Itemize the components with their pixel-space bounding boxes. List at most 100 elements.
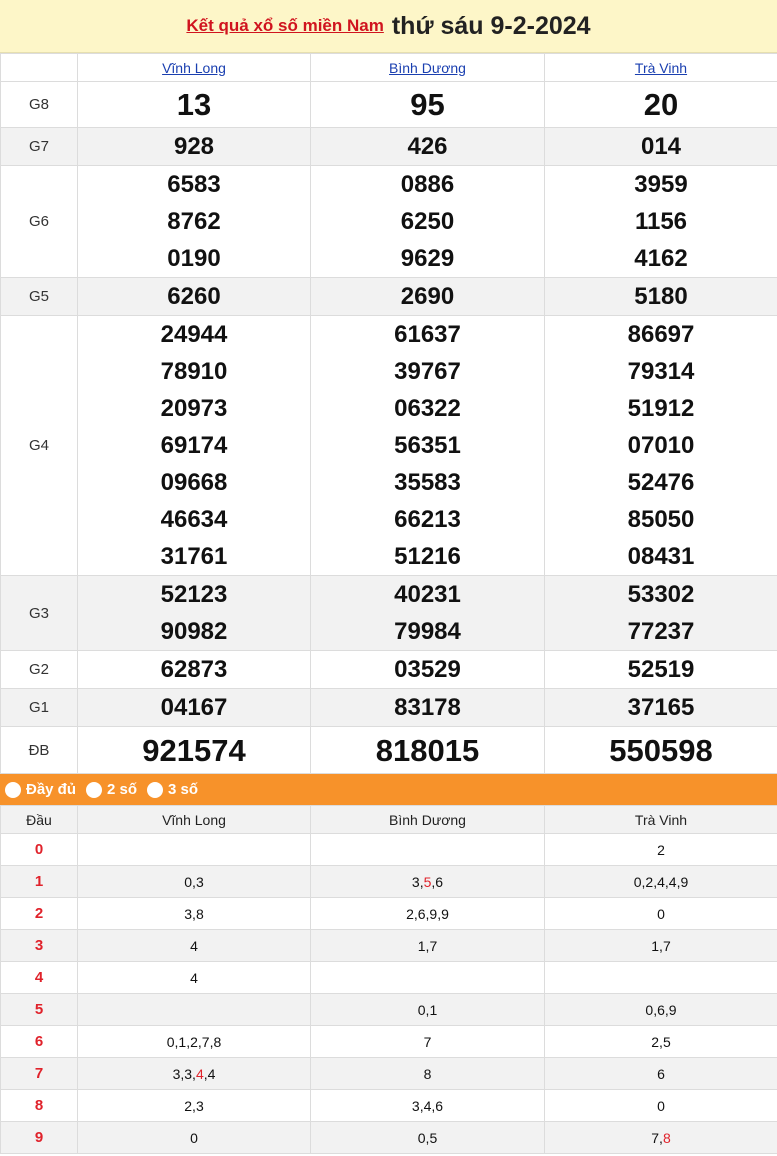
prize-cell: 426	[310, 127, 545, 166]
loto-head-digit: 4	[0, 961, 78, 994]
prize-cell: 6583 8762 0190	[77, 165, 311, 278]
loto-digits: 2,6,9,9	[406, 905, 449, 922]
loto-cell: 2,6,9,9	[310, 897, 545, 930]
loto-province-header: Bình Dương	[310, 805, 545, 834]
page-header: Kết quả xổ số miền Nam thứ sáu 9-2-2024	[0, 0, 777, 53]
loto-province-header: Vĩnh Long	[77, 805, 311, 834]
loto-cell: 3,8	[77, 897, 311, 930]
draw-date: thứ sáu 9-2-2024	[391, 11, 591, 40]
loto-digits: ,4	[203, 1065, 216, 1082]
prize-number: 79984	[394, 618, 461, 645]
prize-number: 4162	[634, 245, 688, 272]
prize-label: G5	[0, 277, 78, 316]
prize-number: 69174	[160, 432, 228, 459]
prize-label: G3	[0, 575, 78, 651]
option-full[interactable]: Đầy đủ	[5, 781, 76, 798]
prize-number: 6260	[167, 283, 221, 310]
prize-cell: 86697 79314 51912 07010 52476 85050 08431	[544, 315, 777, 576]
prize-row-g3: G3 52123 90982 40231 79984 53302 77237	[0, 575, 777, 651]
prize-cell: 95	[310, 81, 545, 128]
prize-row-g4: G4 24944 78910 20973 69174 09668 46634 31761 616…	[0, 315, 777, 576]
prize-number: 79314	[627, 358, 695, 385]
loto-head-digit: 6	[0, 1025, 78, 1058]
prize-number: 77237	[627, 618, 695, 645]
prize-cell: 014	[544, 127, 777, 166]
loto-digits: 0,1	[417, 1001, 438, 1018]
loto-cell: 7	[310, 1025, 545, 1058]
loto-digits: 7	[423, 1033, 432, 1050]
region-results-link[interactable]: Kết quả xổ số miền Nam	[186, 16, 383, 36]
radio-icon[interactable]	[86, 781, 103, 798]
prize-number: 62873	[160, 656, 228, 683]
prize-number: 46634	[160, 506, 228, 533]
prize-cell: 5180	[544, 277, 777, 316]
prize-number: 52123	[160, 581, 228, 608]
province-link-binh-duong[interactable]: Bình Dương	[389, 60, 466, 76]
loto-head-digit: 3	[0, 929, 78, 962]
province-link-tra-vinh[interactable]: Trà Vinh	[635, 60, 687, 76]
radio-icon[interactable]	[5, 781, 21, 798]
loto-row: 1 0,3 3,5,6 0,2,4,4,9	[0, 865, 777, 898]
loto-cell: 3,5,6	[310, 865, 545, 898]
prize-cell: 53302 77237	[544, 575, 777, 651]
option-2-digits[interactable]: 2 số	[86, 781, 137, 798]
loto-digits: 2,3	[184, 1097, 204, 1114]
loto-cell: 0,5	[310, 1121, 545, 1154]
loto-digits: 0	[657, 905, 665, 922]
prize-number: 6583	[167, 171, 221, 198]
loto-digits: 3,	[411, 873, 424, 890]
prize-number: 08431	[627, 543, 695, 570]
prize-label: G7	[0, 127, 78, 166]
prize-number: 2690	[400, 283, 455, 310]
loto-head-label: Đầu	[0, 805, 78, 834]
prize-row-g6: G6 6583 8762 0190 0886 6250 9629 3959 1156 4162	[0, 165, 777, 278]
prize-cell: 13	[77, 81, 311, 128]
loto-cell: 0,6,9	[544, 993, 777, 1026]
loto-head-digit: 9	[0, 1121, 78, 1154]
prize-row-db: ĐB 921574 818015 550598	[0, 726, 777, 774]
option-3-digits[interactable]: 3 số	[147, 781, 198, 798]
loto-row: 44	[0, 961, 777, 994]
loto-row: 6 0,1,2,7,8 7 2,5	[0, 1025, 777, 1058]
prize-number: 03529	[394, 656, 461, 683]
loto-head-digit: 7	[0, 1057, 78, 1090]
prize-cell: 550598	[544, 726, 777, 774]
loto-row: 5 0,1 0,6,9	[0, 993, 777, 1026]
loto-digits: 2,5	[651, 1033, 671, 1050]
prize-number: 61637	[394, 321, 461, 348]
prize-cell: 6260	[77, 277, 311, 316]
loto-digits: ,6	[431, 873, 444, 890]
prize-number: 13	[176, 87, 212, 122]
prize-number: 31761	[160, 543, 228, 570]
prize-label: G8	[0, 81, 78, 128]
display-options-bar: Đầy đủ 2 số 3 số	[0, 774, 777, 805]
prize-number: 06322	[394, 395, 461, 422]
loto-cell: 4	[77, 929, 311, 962]
prize-number: 53302	[627, 581, 695, 608]
loto-digits: 6	[657, 1065, 665, 1082]
loto-digits: 1,7	[417, 937, 438, 954]
loto-cell: 1,7	[544, 929, 777, 962]
prize-cell: 03529	[310, 650, 545, 689]
prize-number: 95	[410, 87, 445, 122]
loto-cell: 0	[544, 897, 777, 930]
radio-icon[interactable]	[147, 781, 164, 798]
loto-digits: 0,2,4,4,9	[633, 873, 689, 890]
prize-number: 78910	[160, 358, 228, 385]
province-link-vinh-long[interactable]: Vĩnh Long	[162, 60, 226, 76]
prize-row-g8: G8 13 95 20	[0, 81, 777, 128]
prize-number: 56351	[394, 432, 461, 459]
prize-cell: 928	[77, 127, 311, 166]
prize-cell: 52123 90982	[77, 575, 311, 651]
prize-number: 014	[640, 133, 682, 160]
prize-number: 86697	[627, 321, 695, 348]
prize-number: 550598	[609, 732, 713, 768]
loto-row: 02	[0, 833, 777, 866]
prize-number: 83178	[394, 694, 461, 721]
prize-number: 5180	[634, 283, 688, 310]
loto-digits: 0,6,9	[645, 1001, 677, 1018]
prize-number: 52519	[627, 656, 695, 683]
loto-row: 3 4 1,7 1,7	[0, 929, 777, 962]
prize-row-g7: G7 928 426 014	[0, 127, 777, 166]
loto-cell: 0,1	[310, 993, 545, 1026]
